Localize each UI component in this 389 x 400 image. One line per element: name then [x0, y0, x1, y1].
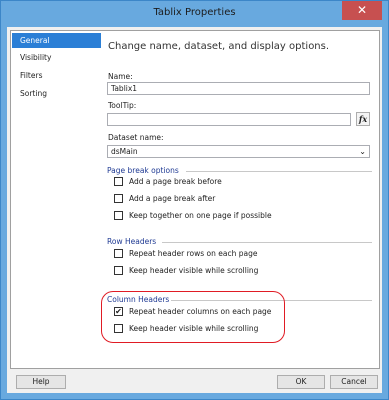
title-bar: Tablix Properties ✕	[1, 1, 388, 27]
sidebar-item-filters[interactable]: Filters	[12, 68, 101, 83]
dataset-value: dsMain	[111, 147, 138, 156]
sidebar-item-visibility[interactable]: Visibility	[12, 50, 101, 65]
checkbox[interactable]	[114, 249, 123, 258]
panel-heading: Change name, dataset, and display option…	[108, 41, 330, 52]
ok-button[interactable]: OK	[277, 375, 325, 389]
sidebar-item-general[interactable]: General	[12, 33, 101, 48]
page-break-title: Page break options	[107, 166, 179, 175]
checkbox[interactable]	[114, 211, 123, 220]
tooltip-label: ToolTip:	[108, 101, 137, 110]
checkbox[interactable]	[114, 266, 123, 275]
tooltip-field[interactable]	[107, 113, 351, 126]
tablix-properties-dialog: Tablix Properties ✕ General Visibility F…	[0, 0, 389, 400]
page-list: General Visibility Filters Sorting	[10, 30, 103, 369]
dataset-label: Dataset name:	[108, 133, 164, 142]
checkbox-label: Add a page break before	[129, 177, 222, 186]
window-title: Tablix Properties	[153, 7, 236, 18]
sidebar-item-sorting[interactable]: Sorting	[12, 86, 101, 101]
cancel-button[interactable]: Cancel	[330, 375, 378, 389]
help-button[interactable]: Help	[16, 375, 66, 389]
fx-icon: fx	[358, 114, 368, 124]
name-label: Name:	[108, 72, 133, 81]
checkbox-label: Repeat header rows on each page	[129, 249, 258, 258]
close-icon[interactable]: ✕	[342, 1, 382, 20]
name-field[interactable]: Tablix1	[107, 82, 370, 95]
highlight-annotation	[101, 291, 285, 343]
checkbox-label: Add a page break after	[129, 194, 216, 203]
checkbox-label: Keep header visible while scrolling	[129, 266, 259, 275]
divider	[186, 171, 372, 172]
divider	[162, 242, 372, 243]
checkbox[interactable]	[114, 177, 123, 186]
chevron-down-icon: ⌄	[359, 147, 366, 156]
checkbox[interactable]	[114, 194, 123, 203]
expression-button[interactable]: fx	[356, 112, 370, 126]
checkbox-label: Keep together on one page if possible	[129, 211, 272, 220]
dataset-select[interactable]: dsMain ⌄	[107, 145, 370, 158]
row-headers-title: Row Headers	[107, 237, 157, 246]
